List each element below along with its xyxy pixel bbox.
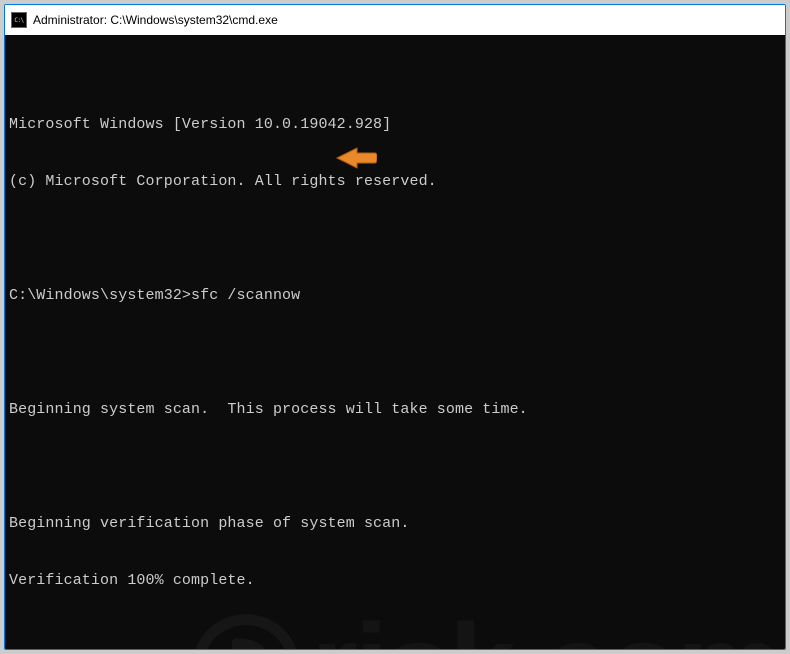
typed-command: sfc /scannow: [191, 287, 300, 304]
titlebar[interactable]: C:\ Administrator: C:\Windows\system32\c…: [5, 5, 785, 35]
cmd-window: C:\ Administrator: C:\Windows\system32\c…: [4, 4, 786, 650]
console-line: Beginning verification phase of system s…: [9, 514, 781, 533]
console-line: [9, 229, 781, 248]
console-line: [9, 628, 781, 647]
console-line: Microsoft Windows [Version 10.0.19042.92…: [9, 115, 781, 134]
console-line: (c) Microsoft Corporation. All rights re…: [9, 172, 781, 191]
console-line: Verification 100% complete.: [9, 571, 781, 590]
cmd-icon: C:\: [11, 12, 27, 28]
console-line: Beginning system scan. This process will…: [9, 400, 781, 419]
console-line: [9, 457, 781, 476]
console-line: [9, 343, 781, 362]
prompt: C:\Windows\system32>: [9, 287, 191, 304]
window-title: Administrator: C:\Windows\system32\cmd.e…: [33, 13, 278, 27]
console-prompt-line: C:\Windows\system32>sfc /scannow: [9, 286, 781, 305]
console-output[interactable]: risk.com Microsoft Windows [Version 10.0…: [5, 35, 785, 650]
